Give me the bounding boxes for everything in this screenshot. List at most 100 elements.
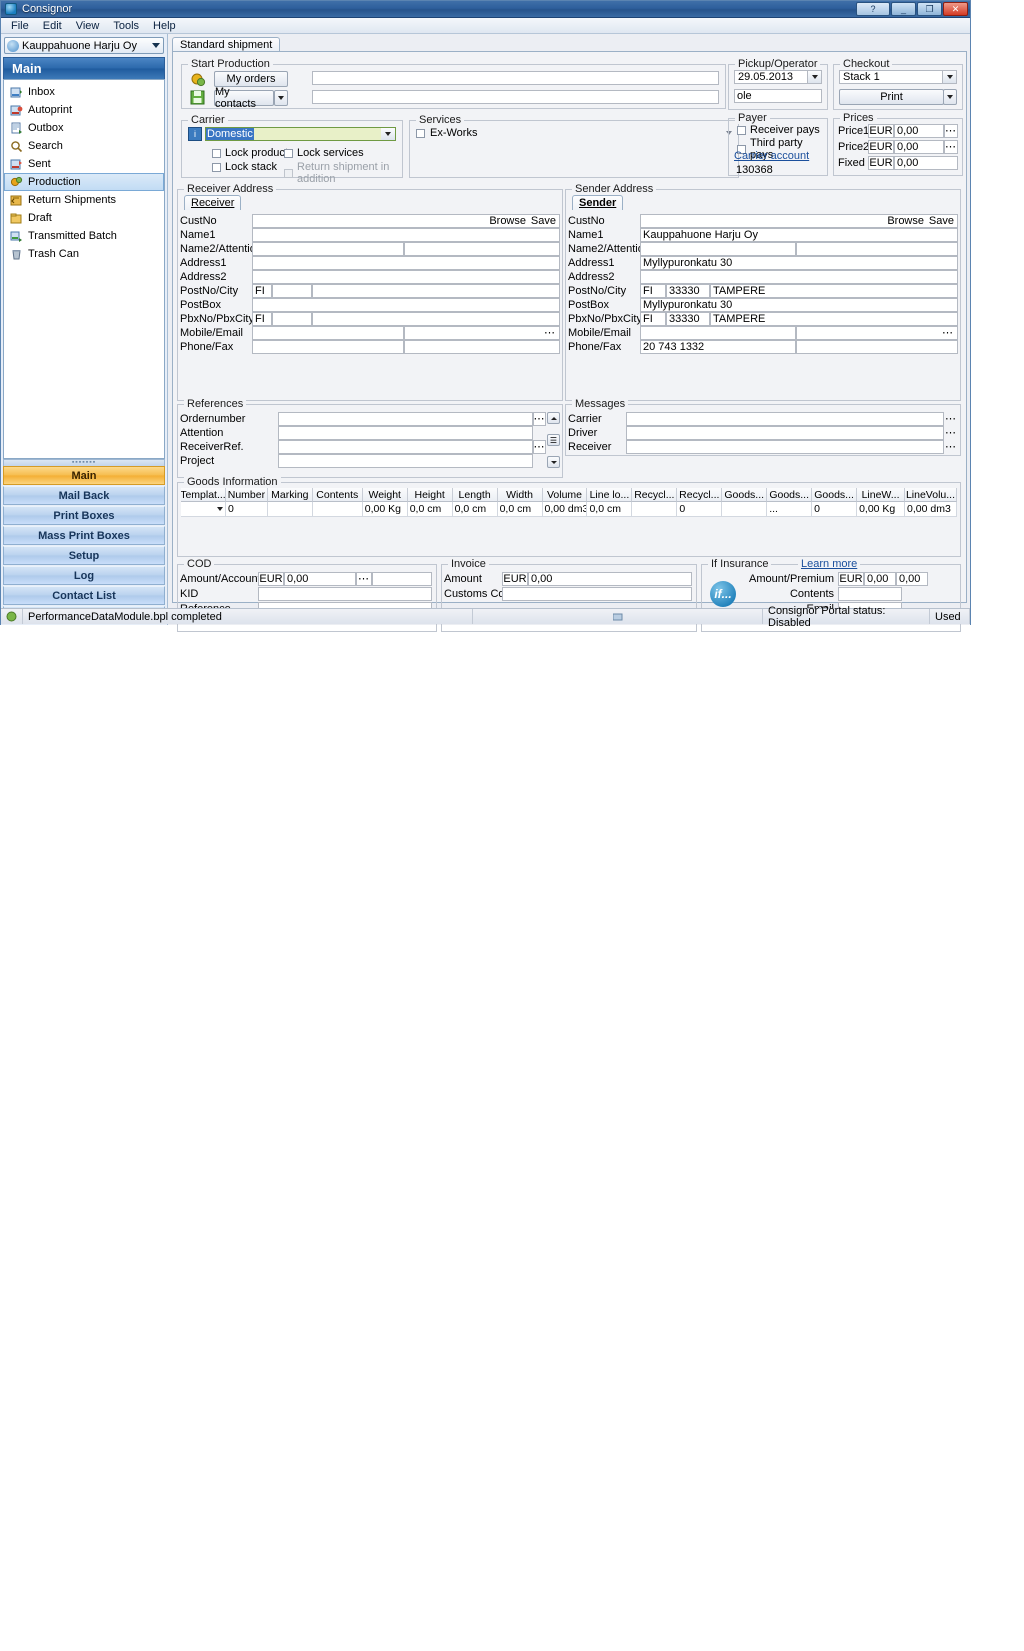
goods-column-header[interactable]: LineW... (857, 488, 906, 502)
lock-product-checkbox[interactable]: Lock product (212, 147, 288, 159)
goods-cell[interactable]: 0 (225, 502, 268, 517)
sidebar-item-draft[interactable]: Draft (4, 209, 164, 227)
goods-cell[interactable] (722, 502, 768, 517)
sender-country-input[interactable]: FI (640, 284, 666, 298)
goods-column-header[interactable]: Goods... (722, 488, 768, 502)
sidebar-panel-mass-print-boxes[interactable]: Mass Print Boxes (3, 526, 165, 545)
receiver-city-input[interactable] (312, 284, 560, 298)
sidebar-item-autoprint[interactable]: Autoprint (4, 101, 164, 119)
my-orders-button[interactable]: My orders (214, 71, 288, 87)
sidebar-item-search[interactable]: Search (4, 137, 164, 155)
cod-amount-more-button[interactable]: ⋯ (356, 571, 372, 586)
sender-pbx-country-input[interactable]: FI (640, 312, 666, 326)
receiver-phone-input[interactable] (252, 340, 404, 354)
sender-browse-button[interactable]: Browse (887, 215, 924, 227)
sender-email-input[interactable] (796, 326, 958, 340)
receiver-fax-input[interactable] (404, 340, 560, 354)
goods-cell[interactable]: 0,00 dm3 (905, 502, 957, 517)
cod-kid-input[interactable] (258, 586, 432, 601)
goods-column-header[interactable]: LineVolu... (905, 488, 957, 502)
carrier-account-link[interactable]: Carrier account (734, 150, 809, 162)
goods-column-header[interactable]: Goods... (812, 488, 858, 502)
insurance-learn-more-link[interactable]: Learn more (798, 558, 861, 570)
sidebar-item-trash-can[interactable]: Trash Can (4, 245, 164, 263)
message-receiver-more-button[interactable]: ⋯ (944, 442, 958, 453)
price1-value[interactable]: 0,00 (894, 123, 944, 138)
goods-cell[interactable]: 0,0 cm (587, 502, 633, 517)
receiver-address1-input[interactable] (252, 256, 560, 270)
goods-cell[interactable]: 0,00 Kg (362, 502, 408, 517)
sidebar-panel-contact-list[interactable]: Contact List (3, 586, 165, 605)
sidebar-panel-setup[interactable]: Setup (3, 546, 165, 565)
chevron-down-icon[interactable] (216, 507, 223, 511)
sender-mobile-input[interactable] (640, 326, 796, 340)
save-icon[interactable] (190, 90, 206, 105)
price2-value[interactable]: 0,00 (894, 139, 944, 154)
goods-column-header[interactable]: Height (407, 488, 453, 502)
goods-cell[interactable]: ... (767, 502, 813, 517)
sender-postbox-input[interactable]: Myllypuronkatu 30 (640, 298, 958, 312)
print-dropdown-button[interactable] (943, 89, 957, 105)
sender-name1-input[interactable]: Kauppahuone Harju Oy (640, 228, 958, 242)
insurance-contents-input[interactable] (838, 586, 902, 601)
sidebar-panel-print-boxes[interactable]: Print Boxes (3, 506, 165, 525)
goods-column-header[interactable]: Width (497, 488, 543, 502)
operator-input[interactable]: ole (734, 89, 822, 103)
carrier-account-value[interactable]: 130368 (734, 163, 822, 177)
receiver-address2-input[interactable] (252, 270, 560, 284)
invoice-amount-input[interactable]: 0,00 (528, 571, 692, 586)
sidebar-panel-log[interactable]: Log (3, 566, 165, 585)
print-button[interactable]: Print (839, 89, 944, 105)
minimize-button[interactable]: _ (891, 2, 916, 16)
goods-column-header[interactable]: Templat... (181, 488, 226, 502)
fixed-value[interactable]: 0,00 (894, 155, 958, 170)
message-carrier-input[interactable] (626, 412, 944, 426)
receiver-pbxcity-input[interactable] (312, 312, 560, 326)
receiver-mobile-input[interactable] (252, 326, 404, 340)
receiver-country-input[interactable]: FI (252, 284, 272, 298)
receiver-pays-checkbox[interactable]: Receiver pays (737, 124, 820, 136)
insurance-amount-input[interactable]: 0,00 (864, 571, 896, 586)
receiver-email-more-button[interactable]: ⋯ (544, 328, 556, 339)
sender-save-button[interactable]: Save (929, 215, 954, 227)
goods-column-header[interactable]: Contents (312, 488, 363, 502)
references-scrollbar[interactable]: ☰ (547, 412, 560, 468)
goods-row[interactable]: 0 0,00 Kg 0,0 cm 0,0 cm 0,0 cm 0,00 dm3 0,0 cm… (181, 502, 957, 517)
orders-icon[interactable] (190, 71, 206, 87)
my-contacts-button[interactable]: My contacts (214, 86, 274, 110)
goods-cell[interactable]: 0 (812, 502, 858, 517)
checkout-stack-select[interactable]: Stack 1 (839, 70, 957, 84)
sender-postno-input[interactable]: 33330 (666, 284, 710, 298)
goods-column-header[interactable]: Line lo... (587, 488, 633, 502)
goods-column-header[interactable]: Number (225, 488, 268, 502)
sidebar-item-transmitted-batch[interactable]: Transmitted Batch (4, 227, 164, 245)
sender-pbxno-input[interactable]: 33330 (666, 312, 710, 326)
order-field-1[interactable] (312, 71, 719, 85)
message-driver-more-button[interactable]: ⋯ (944, 428, 958, 439)
message-receiver-input[interactable] (626, 440, 944, 454)
sidebar-item-outbox[interactable]: Outbox (4, 119, 164, 137)
goods-cell[interactable]: 0 (677, 502, 723, 517)
sidebar-item-inbox[interactable]: Inbox (4, 83, 164, 101)
price2-more-button[interactable]: ⋯ (944, 139, 958, 154)
receiver-browse-button[interactable]: Browse (489, 215, 526, 227)
maximize-button[interactable]: ❐ (917, 2, 942, 16)
tab-receiver[interactable]: Receiver (184, 195, 242, 210)
chevron-down-icon[interactable] (942, 71, 956, 83)
cod-amount-input[interactable]: 0,00 (284, 571, 356, 586)
lock-services-checkbox[interactable]: Lock services (284, 147, 364, 159)
sender-address1-input[interactable]: Myllypuronkatu 30 (640, 256, 958, 270)
receiver-attention-input[interactable] (404, 242, 560, 256)
sender-attention-input[interactable] (796, 242, 958, 256)
goods-column-header[interactable]: Weight (362, 488, 408, 502)
goods-column-header[interactable]: Recycl... (632, 488, 678, 502)
sender-phone-input[interactable]: 20 743 1332 (640, 340, 796, 354)
goods-column-header[interactable]: Goods... (767, 488, 813, 502)
sender-city-input[interactable]: TAMPERE (710, 284, 958, 298)
sidebar-item-return-shipments[interactable]: Return Shipments (4, 191, 164, 209)
receiver-name2-input[interactable] (252, 242, 404, 256)
goods-cell[interactable] (632, 502, 678, 517)
sender-address2-input[interactable] (640, 270, 958, 284)
ordernumber-more-button[interactable]: ⋯ (533, 412, 546, 426)
checkbox-box[interactable] (416, 128, 425, 138)
